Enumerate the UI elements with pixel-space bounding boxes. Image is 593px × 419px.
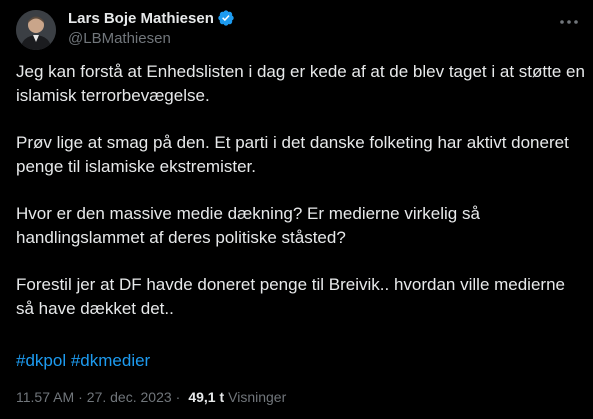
- author-handle[interactable]: @LBMathiesen: [68, 30, 235, 47]
- meta-separator: ·: [175, 389, 181, 405]
- tweet-paragraph: Jeg kan forstå at Enhedslisten i dag er …: [16, 62, 585, 105]
- tweet-text: Jeg kan forstå at Enhedslisten i dag er …: [16, 60, 586, 344]
- tweet-header: Lars Boje Mathiesen @LBMathiesen: [16, 6, 581, 50]
- tweet-time[interactable]: 11.57 AM: [16, 389, 74, 405]
- more-options-icon[interactable]: [557, 12, 581, 32]
- tweet-date[interactable]: 27. dec. 2023: [87, 389, 172, 405]
- author-display-name[interactable]: Lars Boje Mathiesen: [68, 10, 214, 27]
- hashtag-link[interactable]: #dkpol: [16, 351, 66, 370]
- verified-badge-icon: [217, 9, 235, 27]
- tweet-paragraph: Forestil jer at DF havde doneret penge t…: [16, 275, 565, 318]
- tweet: Lars Boje Mathiesen @LBMathiesen Jeg kan…: [0, 0, 593, 419]
- hashtag-link[interactable]: #dkmedier: [71, 351, 150, 370]
- author-names: Lars Boje Mathiesen @LBMathiesen: [68, 8, 235, 47]
- tweet-meta: 11.57 AM · 27. dec. 2023 · 49,1 t Visnin…: [16, 389, 286, 405]
- tweet-paragraph: Hvor er den massive medie dækning? Er me…: [16, 204, 480, 247]
- tweet-paragraph: Prøv lige at smag på den. Et parti i det…: [16, 133, 569, 176]
- avatar-image: [16, 10, 56, 50]
- views-count: 49,1 t: [188, 389, 225, 405]
- avatar[interactable]: [16, 10, 56, 50]
- hashtags: #dkpol #dkmedier: [16, 349, 150, 373]
- views-label: Visninger: [228, 389, 287, 405]
- meta-separator: ·: [78, 389, 83, 405]
